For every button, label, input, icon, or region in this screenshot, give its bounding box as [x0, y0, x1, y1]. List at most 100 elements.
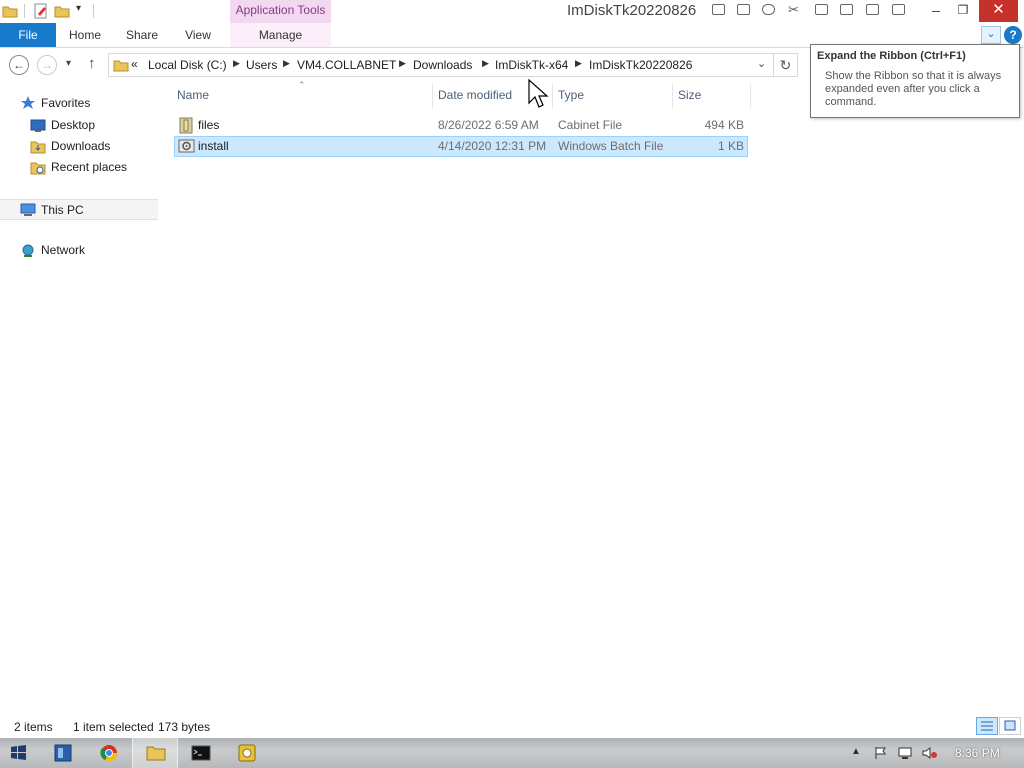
tooltip-body: Show the Ribbon so that it is always exp…	[825, 70, 1002, 108]
server-manager-icon[interactable]	[40, 738, 86, 768]
toolbar-gear-icon[interactable]	[762, 4, 775, 15]
breadcrumb-user-profile[interactable]: VM4.COLLABNET	[297, 58, 396, 72]
volume-muted-icon[interactable]	[922, 746, 937, 760]
command-prompt-icon[interactable]	[178, 738, 224, 768]
batch-file-icon	[178, 138, 195, 154]
toolbar-window-icon[interactable]	[737, 4, 750, 15]
breadcrumb-separator-icon[interactable]: ▶	[575, 58, 582, 69]
title-bar: ▾ Application Tools ImDiskTk20220826 ✂ –…	[0, 0, 1024, 23]
close-button[interactable]: ✕	[979, 0, 1018, 22]
breadcrumb-local-disk[interactable]: Local Disk (C:)	[148, 58, 227, 72]
expand-ribbon-button[interactable]: ⌄	[981, 26, 1001, 44]
mouse-pointer-icon	[528, 79, 550, 109]
tab-view[interactable]: View	[176, 23, 220, 47]
toolbar-layers-icon[interactable]	[840, 4, 853, 15]
breadcrumb-separator-icon[interactable]: ▶	[399, 58, 406, 69]
desktop-icon	[30, 119, 46, 133]
restore-button[interactable]: ❐	[950, 0, 976, 22]
status-bar: 2 items 1 item selected 173 bytes	[0, 714, 1024, 738]
refresh-button[interactable]: ↻	[774, 53, 798, 77]
recent-locations-dropdown-icon[interactable]: ▾	[66, 58, 71, 69]
tooltip-title: Expand the Ribbon (Ctrl+F1)	[817, 50, 966, 62]
address-history-dropdown-icon[interactable]: ⌄	[757, 57, 766, 70]
tab-file[interactable]: File	[0, 23, 56, 47]
nav-network[interactable]: Network	[41, 240, 85, 260]
chrome-icon[interactable]	[86, 738, 132, 768]
breadcrumb-separator-icon[interactable]: ▶	[482, 58, 489, 69]
show-hidden-icons-icon[interactable]: ▲	[851, 746, 865, 760]
file-name: install	[198, 139, 229, 153]
breadcrumb-separator-icon[interactable]: ▶	[283, 58, 290, 69]
network-tray-icon[interactable]	[898, 746, 912, 760]
help-icon[interactable]: ?	[1004, 26, 1022, 44]
nav-this-pc-row[interactable]: This PC	[0, 199, 158, 220]
file-type: Windows Batch File	[558, 139, 664, 153]
divider	[93, 4, 94, 18]
toolbar-stack-icon[interactable]	[892, 4, 905, 15]
column-header-type[interactable]: Type	[558, 88, 584, 106]
breadcrumb-current-folder[interactable]: ImDiskTk20220826	[589, 58, 692, 72]
toolbar-camera-icon[interactable]	[815, 4, 828, 15]
back-button[interactable]: ←	[9, 55, 29, 75]
tab-home[interactable]: Home	[60, 23, 110, 47]
column-separator[interactable]	[750, 84, 751, 108]
recent-places-icon	[30, 160, 46, 175]
forward-button[interactable]: →	[37, 55, 57, 75]
breadcrumb-imdisktk-x64[interactable]: ImDiskTk-x64	[495, 58, 568, 72]
disk-tool-icon[interactable]	[224, 738, 270, 768]
nav-downloads[interactable]: Downloads	[51, 136, 110, 156]
column-header-date-modified[interactable]: Date modified	[438, 88, 512, 106]
breadcrumb-downloads[interactable]: Downloads	[413, 58, 472, 72]
tab-manage[interactable]: Manage	[230, 23, 331, 47]
start-button[interactable]	[0, 738, 36, 768]
nav-favorites[interactable]: Favorites	[41, 93, 90, 113]
details-view-button[interactable]	[976, 717, 998, 735]
new-folder-icon[interactable]	[54, 3, 70, 19]
downloads-folder-icon	[30, 139, 46, 154]
star-icon	[20, 95, 36, 109]
column-header-name[interactable]: Name	[177, 88, 209, 106]
minimize-button[interactable]: –	[923, 0, 949, 22]
file-date: 4/14/2020 12:31 PM	[438, 139, 547, 153]
action-center-flag-icon[interactable]	[874, 746, 888, 760]
folder-icon	[113, 57, 129, 73]
window-title: ImDiskTk20220826	[567, 2, 697, 19]
column-separator[interactable]	[672, 84, 673, 108]
computer-icon	[20, 203, 36, 217]
sort-ascending-icon: ⌃	[298, 80, 306, 90]
breadcrumb-overflow[interactable]: «	[131, 57, 138, 71]
network-icon	[20, 243, 36, 257]
quick-access-dropdown-icon[interactable]: ▾	[76, 3, 81, 14]
nav-recent-places[interactable]: Recent places	[51, 157, 127, 177]
large-icons-view-button[interactable]	[999, 717, 1021, 735]
file-row-files[interactable]: files 8/26/2022 6:59 AM Cabinet File 494…	[174, 115, 748, 136]
toolbar-frame-icon[interactable]	[866, 4, 879, 15]
file-row-install[interactable]: install 4/14/2020 12:31 PM Windows Batch…	[174, 136, 748, 157]
column-separator[interactable]	[552, 84, 553, 108]
up-arrow-icon[interactable]: ↑	[88, 55, 96, 72]
file-name: files	[198, 118, 220, 132]
file-date: 8/26/2022 6:59 AM	[438, 118, 539, 132]
status-bytes: 173 bytes	[158, 720, 211, 734]
nav-this-pc[interactable]: This PC	[41, 200, 84, 220]
file-size: 1 KB	[717, 139, 744, 153]
toolbar-square-icon[interactable]	[712, 4, 725, 15]
folder-icon	[2, 3, 18, 19]
status-item-count: 2 items	[14, 720, 53, 734]
properties-icon[interactable]	[33, 3, 49, 19]
column-header-size[interactable]: Size	[678, 88, 701, 106]
file-explorer-icon[interactable]	[132, 738, 178, 768]
expand-ribbon-tooltip: Expand the Ribbon (Ctrl+F1) Show the Rib…	[810, 44, 1020, 118]
status-selection: 1 item selected	[73, 720, 154, 734]
cabinet-file-icon	[178, 117, 194, 134]
column-separator[interactable]	[432, 84, 433, 108]
toolbar-scissors-icon[interactable]: ✂	[788, 2, 799, 18]
address-bar[interactable]: « Local Disk (C:) ▶ Users ▶ VM4.COLLABNE…	[108, 53, 774, 77]
nav-desktop[interactable]: Desktop	[51, 115, 95, 135]
breadcrumb-users[interactable]: Users	[246, 58, 277, 72]
application-tools-header: Application Tools	[230, 0, 331, 23]
file-type: Cabinet File	[558, 118, 623, 132]
taskbar-clock[interactable]: 8:36 PM	[955, 746, 1000, 760]
breadcrumb-separator-icon[interactable]: ▶	[233, 58, 240, 69]
tab-share[interactable]: Share	[118, 23, 166, 47]
